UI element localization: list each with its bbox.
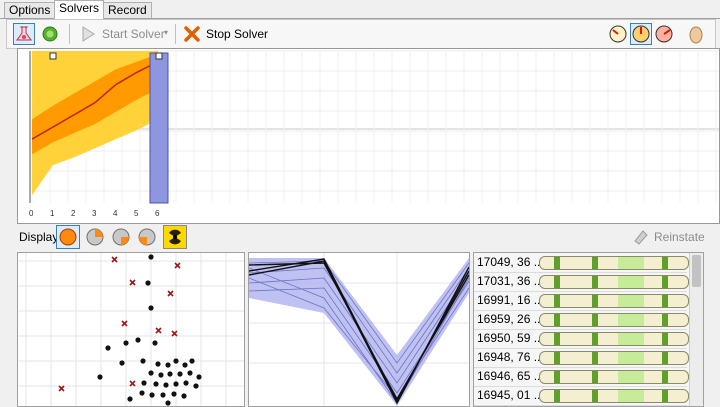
x-tick-label: 6 (155, 209, 160, 218)
speed-slow-button[interactable] (607, 23, 629, 45)
genome-bar (539, 389, 689, 403)
solution-fitness-label: 16948, 76 ... (477, 350, 544, 364)
genome-bar (539, 294, 689, 308)
solution-fitness-label: 16946, 65 ... (477, 369, 544, 383)
tab-solvers[interactable]: Solvers (54, 0, 105, 19)
solution-fitness-label: 16991, 16 ... (477, 293, 544, 307)
parallel-coordinates-plot (249, 253, 469, 406)
x-icon (184, 26, 200, 42)
solution-fitness-label: 16950, 59 ... (477, 331, 544, 345)
tab-strip: Options Solvers Record (0, 0, 720, 19)
display-mode-button-1[interactable] (56, 225, 80, 249)
flask-icon (16, 26, 32, 41)
gem-button[interactable] (39, 23, 61, 45)
eraser-icon (634, 230, 648, 245)
display-mode-button-2[interactable] (83, 225, 107, 249)
speed-medium-button[interactable] (630, 23, 652, 45)
x-tick-label: 2 (71, 209, 76, 218)
gauge-fast-icon (655, 25, 673, 43)
list-item[interactable]: 17031, 36 ... (474, 272, 689, 292)
egg-icon (689, 26, 703, 44)
speed-fast-button[interactable] (653, 23, 675, 45)
start-solver-button[interactable] (77, 23, 99, 45)
list-item[interactable]: 17049, 36 ... (474, 253, 689, 273)
genome-bar (539, 313, 689, 327)
list-item[interactable]: 16991, 16 ... (474, 291, 689, 311)
chevron-down-icon[interactable]: ▾ (164, 28, 168, 37)
solver-toolbar: Start Solver ▾ Stop Solver (6, 19, 716, 49)
scrollbar-thumb[interactable] (692, 255, 701, 287)
solution-list: 17049, 36 ... 17031, 36 ... 16991, 16 ... 1… (473, 252, 704, 407)
play-icon (82, 26, 95, 42)
orange-sphere-icon (59, 228, 77, 246)
scatter-plot (18, 253, 244, 406)
list-item[interactable]: 16950, 59 ... (474, 329, 689, 349)
tab-label: Record (108, 3, 147, 17)
display-mode-button-3[interactable] (109, 225, 133, 249)
gauge-medium-icon (632, 25, 650, 43)
stop-solver-button[interactable] (181, 23, 203, 45)
list-item[interactable]: 16959, 26 ... (474, 310, 689, 330)
solution-fitness-label: 17049, 36 ... (477, 255, 544, 269)
tab-record[interactable]: Record (103, 2, 152, 18)
separator (69, 24, 70, 44)
start-solver-label: Start Solver (102, 27, 165, 41)
rejected-points (58, 256, 181, 392)
genome-bar (539, 256, 689, 270)
list-item[interactable]: 16945, 01 ... (474, 386, 689, 406)
population-points (97, 254, 202, 406)
x-tick-label: 4 (113, 209, 118, 218)
x-tick-label: 5 (134, 209, 139, 218)
display-label: Display (19, 230, 59, 244)
gray-sphere-icon (86, 228, 104, 246)
egg-button[interactable] (685, 23, 707, 45)
parallel-coordinates-panel (248, 252, 470, 407)
fitness-chart: 0 1 2 3 4 5 6 (29, 50, 719, 218)
lock-icon (49, 52, 57, 60)
selection-highlight (149, 52, 169, 204)
solution-fitness-label: 16945, 01 ... (477, 388, 544, 402)
genome-bar (539, 370, 689, 384)
gauge-slow-icon (609, 25, 627, 43)
list-item[interactable]: 16946, 65 ... (474, 367, 689, 387)
separator (175, 24, 176, 44)
half-sphere-icon (112, 228, 130, 246)
lock-icon (155, 52, 163, 60)
x-tick-label: 1 (50, 209, 55, 218)
stop-solver-label: Stop Solver (206, 27, 269, 41)
reinstate-label: Reinstate (654, 230, 705, 244)
solution-fitness-label: 16959, 26 ... (477, 312, 544, 326)
tab-options[interactable]: Options (4, 2, 56, 18)
genome-bar (539, 351, 689, 365)
list-scrollbar[interactable] (689, 253, 703, 406)
radiation-button[interactable] (163, 225, 187, 249)
genome-bar (539, 332, 689, 346)
genome-bar (539, 275, 689, 289)
x-tick-label: 0 (29, 209, 34, 218)
quarter-sphere-icon (138, 228, 156, 246)
x-tick-label: 3 (92, 209, 97, 218)
radiation-icon (169, 229, 181, 245)
green-gem-icon (42, 26, 58, 42)
tab-label: Solvers (59, 1, 100, 15)
fitness-chart-panel: 0 1 2 3 4 5 6 (17, 48, 720, 224)
solver-select-button[interactable] (13, 23, 35, 45)
tab-label: Options (9, 3, 51, 17)
scatter-plot-panel (17, 252, 245, 407)
display-mode-button-4[interactable] (135, 225, 159, 249)
list-item[interactable]: 16948, 76 ... (474, 348, 689, 368)
solution-fitness-label: 17031, 36 ... (477, 274, 544, 288)
display-bar: Display Reinstate (17, 224, 718, 250)
